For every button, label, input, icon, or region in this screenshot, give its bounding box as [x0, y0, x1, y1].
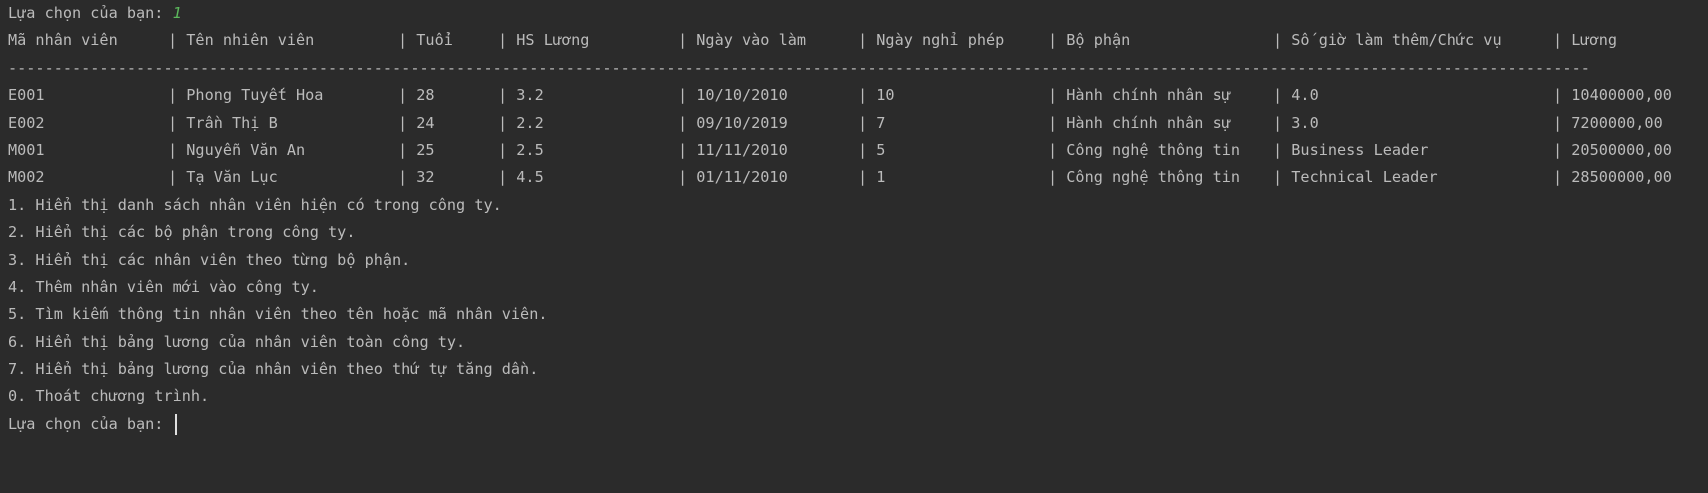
menu-item: 0. Thoát chương trình. [8, 383, 1708, 410]
cell-salary: | 10400000,00 [1553, 86, 1672, 105]
text-cursor [174, 413, 177, 435]
cell-salary-coefficient: | 3.2 [498, 86, 544, 105]
menu-item-text: 1. Hiển thị danh sách nhân viên hiện có … [8, 195, 502, 214]
cell-start-date: | 09/10/2019 [678, 113, 788, 132]
cell-leave-days: | 1 [858, 168, 886, 187]
menu-item-text: 7. Hiển thị bảng lương của nhân viên the… [8, 360, 539, 379]
cell-leave-days: | 10 [858, 86, 895, 105]
menu-item-text: 3. Hiển thị các nhân viên theo từng bộ p… [8, 250, 411, 269]
cell-employee-name: | Phong Tuyết Hoa [168, 86, 324, 105]
header-department: | Bộ phận [1048, 31, 1131, 50]
prompt-label: Lựa chọn của bạn: [8, 414, 173, 433]
cell-salary-coefficient: | 4.5 [498, 168, 544, 187]
cell-salary-coefficient: | 2.5 [498, 140, 544, 159]
table-separator: ----------------------------------------… [8, 55, 1708, 82]
cell-department: | Công nghệ thông tin [1048, 168, 1241, 187]
menu-item-text: 0. Thoát chương trình. [8, 387, 210, 406]
cell-employee-id: M001 [8, 140, 45, 159]
prompt-line-current[interactable]: Lựa chọn của bạn: [8, 411, 1708, 438]
menu-item-text: 4. Thêm nhân viên mới vào công ty. [8, 277, 319, 296]
cell-department: | Hành chính nhân sự [1048, 113, 1231, 132]
cell-salary: | 28500000,00 [1553, 168, 1672, 187]
table-row: M001 | Nguyễn Văn An | 25 | 2.5 | 11/11/… [8, 137, 1708, 164]
menu-item-text: 2. Hiển thị các bộ phận trong công ty. [8, 223, 356, 242]
console-output[interactable]: Lựa chọn của bạn: 1 Mã nhân viên | Tên n… [8, 0, 1708, 438]
cell-age: | 24 [398, 113, 435, 132]
cell-overtime-position: | 3.0 [1273, 113, 1319, 132]
cell-salary-coefficient: | 2.2 [498, 113, 544, 132]
prompt-line-previous: Lựa chọn của bạn: 1 [8, 0, 1708, 27]
menu-item: 2. Hiển thị các bộ phận trong công ty. [8, 219, 1708, 246]
cell-employee-id: M002 [8, 168, 45, 187]
separator-dashes: ----------------------------------------… [8, 58, 1590, 77]
table-row: E001 | Phong Tuyết Hoa | 28 | 3.2 | 10/1… [8, 82, 1708, 109]
cell-overtime-position: | Business Leader [1273, 140, 1429, 159]
cell-start-date: | 01/11/2010 [678, 168, 788, 187]
cell-employee-name: | Trần Thị B [168, 113, 278, 132]
prompt-input[interactable]: Lựa chọn của bạn: [8, 411, 177, 438]
prompt-input-value: 1 [172, 4, 182, 22]
header-leave-days: | Ngày nghỉ phép [858, 31, 1005, 50]
table-header-row: Mã nhân viên | Tên nhiên viên | Tuổi | H… [8, 27, 1708, 54]
menu-item-text: 6. Hiển thị bảng lương của nhân viên toà… [8, 332, 466, 351]
menu-item: 5. Tìm kiếm thông tin nhân viên theo tên… [8, 301, 1708, 328]
prompt-label: Lựa chọn của bạn: 1 [8, 4, 182, 22]
cell-leave-days: | 5 [858, 140, 886, 159]
cell-salary: | 20500000,00 [1553, 140, 1672, 159]
header-overtime-position: | Số giờ làm thêm/Chức vụ [1273, 31, 1502, 50]
header-employee-name: | Tên nhiên viên [168, 31, 315, 50]
cell-department: | Công nghệ thông tin [1048, 140, 1241, 159]
cell-overtime-position: | Technical Leader [1273, 168, 1438, 187]
table-row: E002 | Trần Thị B | 24 | 2.2 | 09/10/201… [8, 110, 1708, 137]
cell-age: | 28 [398, 86, 435, 105]
cell-salary: | 7200000,00 [1553, 113, 1663, 132]
menu-item: 4. Thêm nhân viên mới vào công ty. [8, 274, 1708, 301]
header-employee-id: Mã nhân viên [8, 31, 118, 50]
menu-item: 1. Hiển thị danh sách nhân viên hiện có … [8, 192, 1708, 219]
cell-leave-days: | 7 [858, 113, 886, 132]
table-row: M002 | Tạ Văn Lục | 32 | 4.5 | 01/11/201… [8, 164, 1708, 191]
cell-employee-name: | Nguyễn Văn An [168, 140, 306, 159]
menu-item: 6. Hiển thị bảng lương của nhân viên toà… [8, 329, 1708, 356]
cell-employee-id: E001 [8, 86, 45, 105]
menu-item: 7. Hiển thị bảng lương của nhân viên the… [8, 356, 1708, 383]
cell-department: | Hành chính nhân sự [1048, 86, 1231, 105]
cell-overtime-position: | 4.0 [1273, 86, 1319, 105]
menu-item-text: 5. Tìm kiếm thông tin nhân viên theo tên… [8, 305, 548, 324]
header-salary-coefficient: | HS Lương [498, 31, 590, 50]
cell-employee-name: | Tạ Văn Lục [168, 168, 278, 187]
cell-age: | 32 [398, 168, 435, 187]
header-age: | Tuổi [398, 31, 453, 50]
cell-employee-id: E002 [8, 113, 45, 132]
header-start-date: | Ngày vào làm [678, 31, 807, 50]
cell-start-date: | 10/10/2010 [678, 86, 788, 105]
cell-age: | 25 [398, 140, 435, 159]
cell-start-date: | 11/11/2010 [678, 140, 788, 159]
menu-item: 3. Hiển thị các nhân viên theo từng bộ p… [8, 247, 1708, 274]
header-salary: | Lương [1553, 31, 1618, 50]
